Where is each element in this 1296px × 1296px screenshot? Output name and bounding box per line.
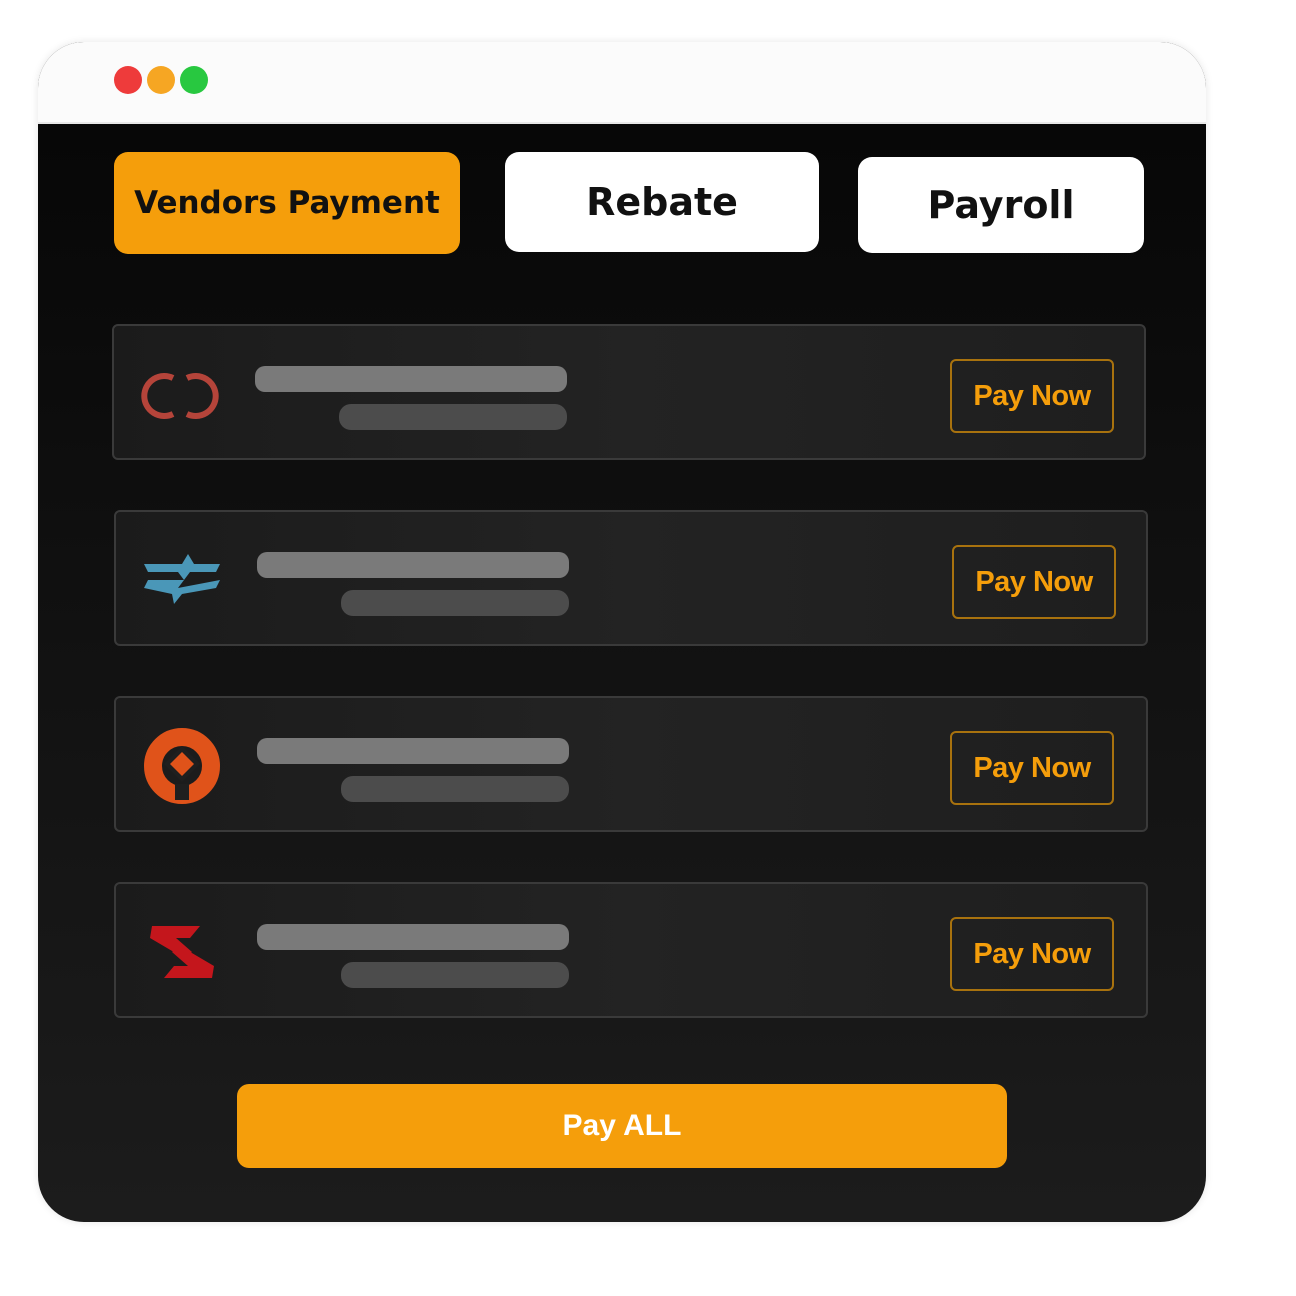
pay-now-button[interactable]: Pay Now bbox=[950, 731, 1114, 805]
vendor-row: Pay Now bbox=[114, 510, 1148, 646]
zoom-window-button[interactable] bbox=[180, 66, 208, 94]
vendor-name-placeholder bbox=[257, 738, 569, 764]
vendor-detail-placeholder bbox=[341, 776, 569, 802]
vendor-row: Pay Now bbox=[112, 324, 1146, 460]
minimize-window-button[interactable] bbox=[147, 66, 175, 94]
vendor-detail-placeholder bbox=[341, 590, 569, 616]
wave-bird-logo-icon bbox=[142, 542, 222, 618]
vendor-detail-placeholder bbox=[339, 404, 567, 430]
vendor-detail-placeholder bbox=[341, 962, 569, 988]
app-window: Vendors Payment Rebate Payroll Pay Now P… bbox=[38, 42, 1206, 1222]
pay-now-button[interactable]: Pay Now bbox=[950, 359, 1114, 433]
window-titlebar bbox=[38, 42, 1206, 124]
tab-vendors-payment[interactable]: Vendors Payment bbox=[114, 152, 460, 254]
vendor-name-placeholder bbox=[257, 924, 569, 950]
pay-all-button[interactable]: Pay ALL bbox=[237, 1084, 1007, 1168]
tab-rebate[interactable]: Rebate bbox=[505, 152, 819, 252]
pay-now-button[interactable]: Pay Now bbox=[952, 545, 1116, 619]
pay-now-button[interactable]: Pay Now bbox=[950, 917, 1114, 991]
close-window-button[interactable] bbox=[114, 66, 142, 94]
vendor-row: Pay Now bbox=[114, 882, 1148, 1018]
double-c-logo-icon bbox=[140, 356, 220, 432]
tab-payroll[interactable]: Payroll bbox=[858, 157, 1144, 253]
vendor-name-placeholder bbox=[255, 366, 567, 392]
red-s-chevron-logo-icon bbox=[142, 914, 222, 990]
vendor-row: Pay Now bbox=[114, 696, 1148, 832]
orange-ring-diamond-logo-icon bbox=[142, 728, 222, 804]
vendor-name-placeholder bbox=[257, 552, 569, 578]
